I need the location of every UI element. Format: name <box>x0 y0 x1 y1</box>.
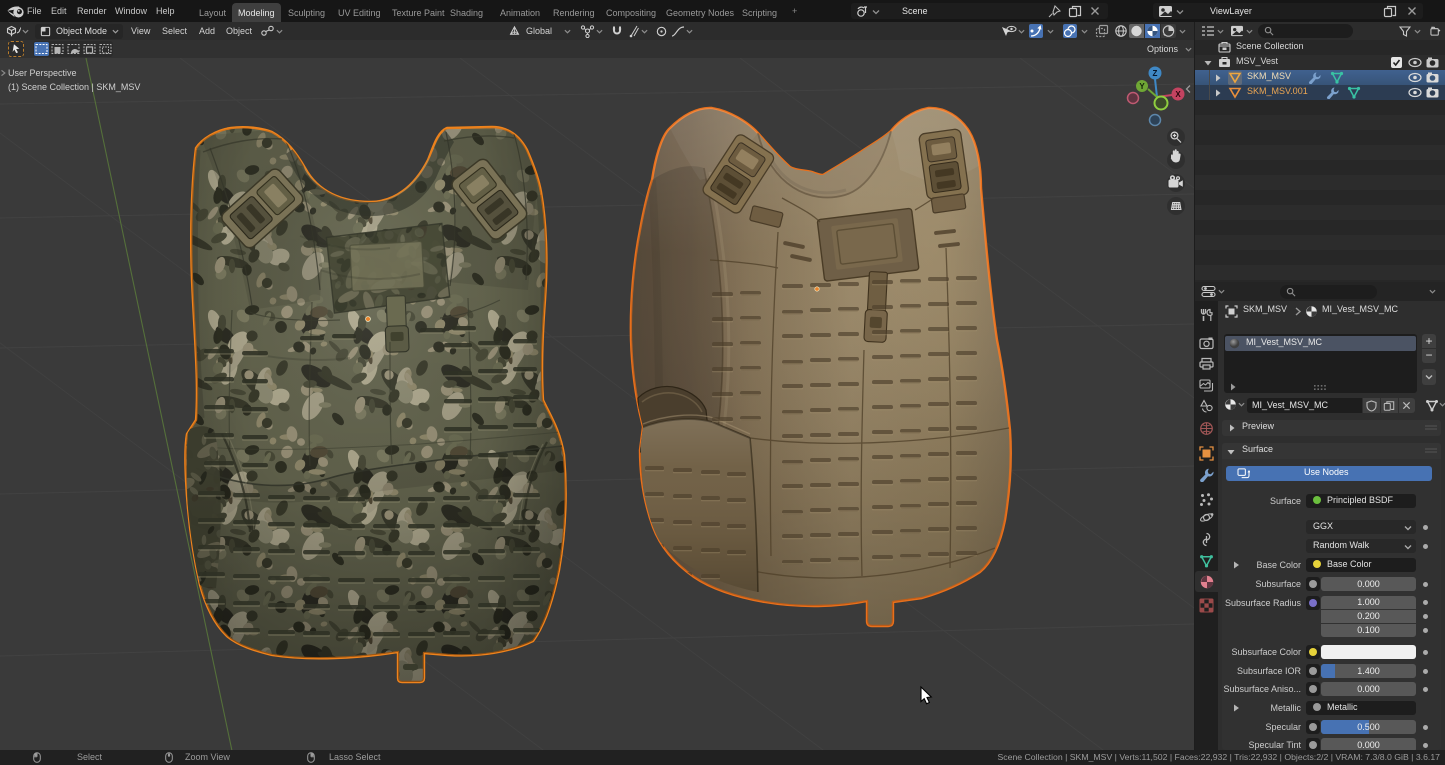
svg-text:Z: Z <box>1153 69 1158 78</box>
svg-text:Y: Y <box>1139 82 1145 91</box>
svg-text:X: X <box>1175 90 1181 99</box>
